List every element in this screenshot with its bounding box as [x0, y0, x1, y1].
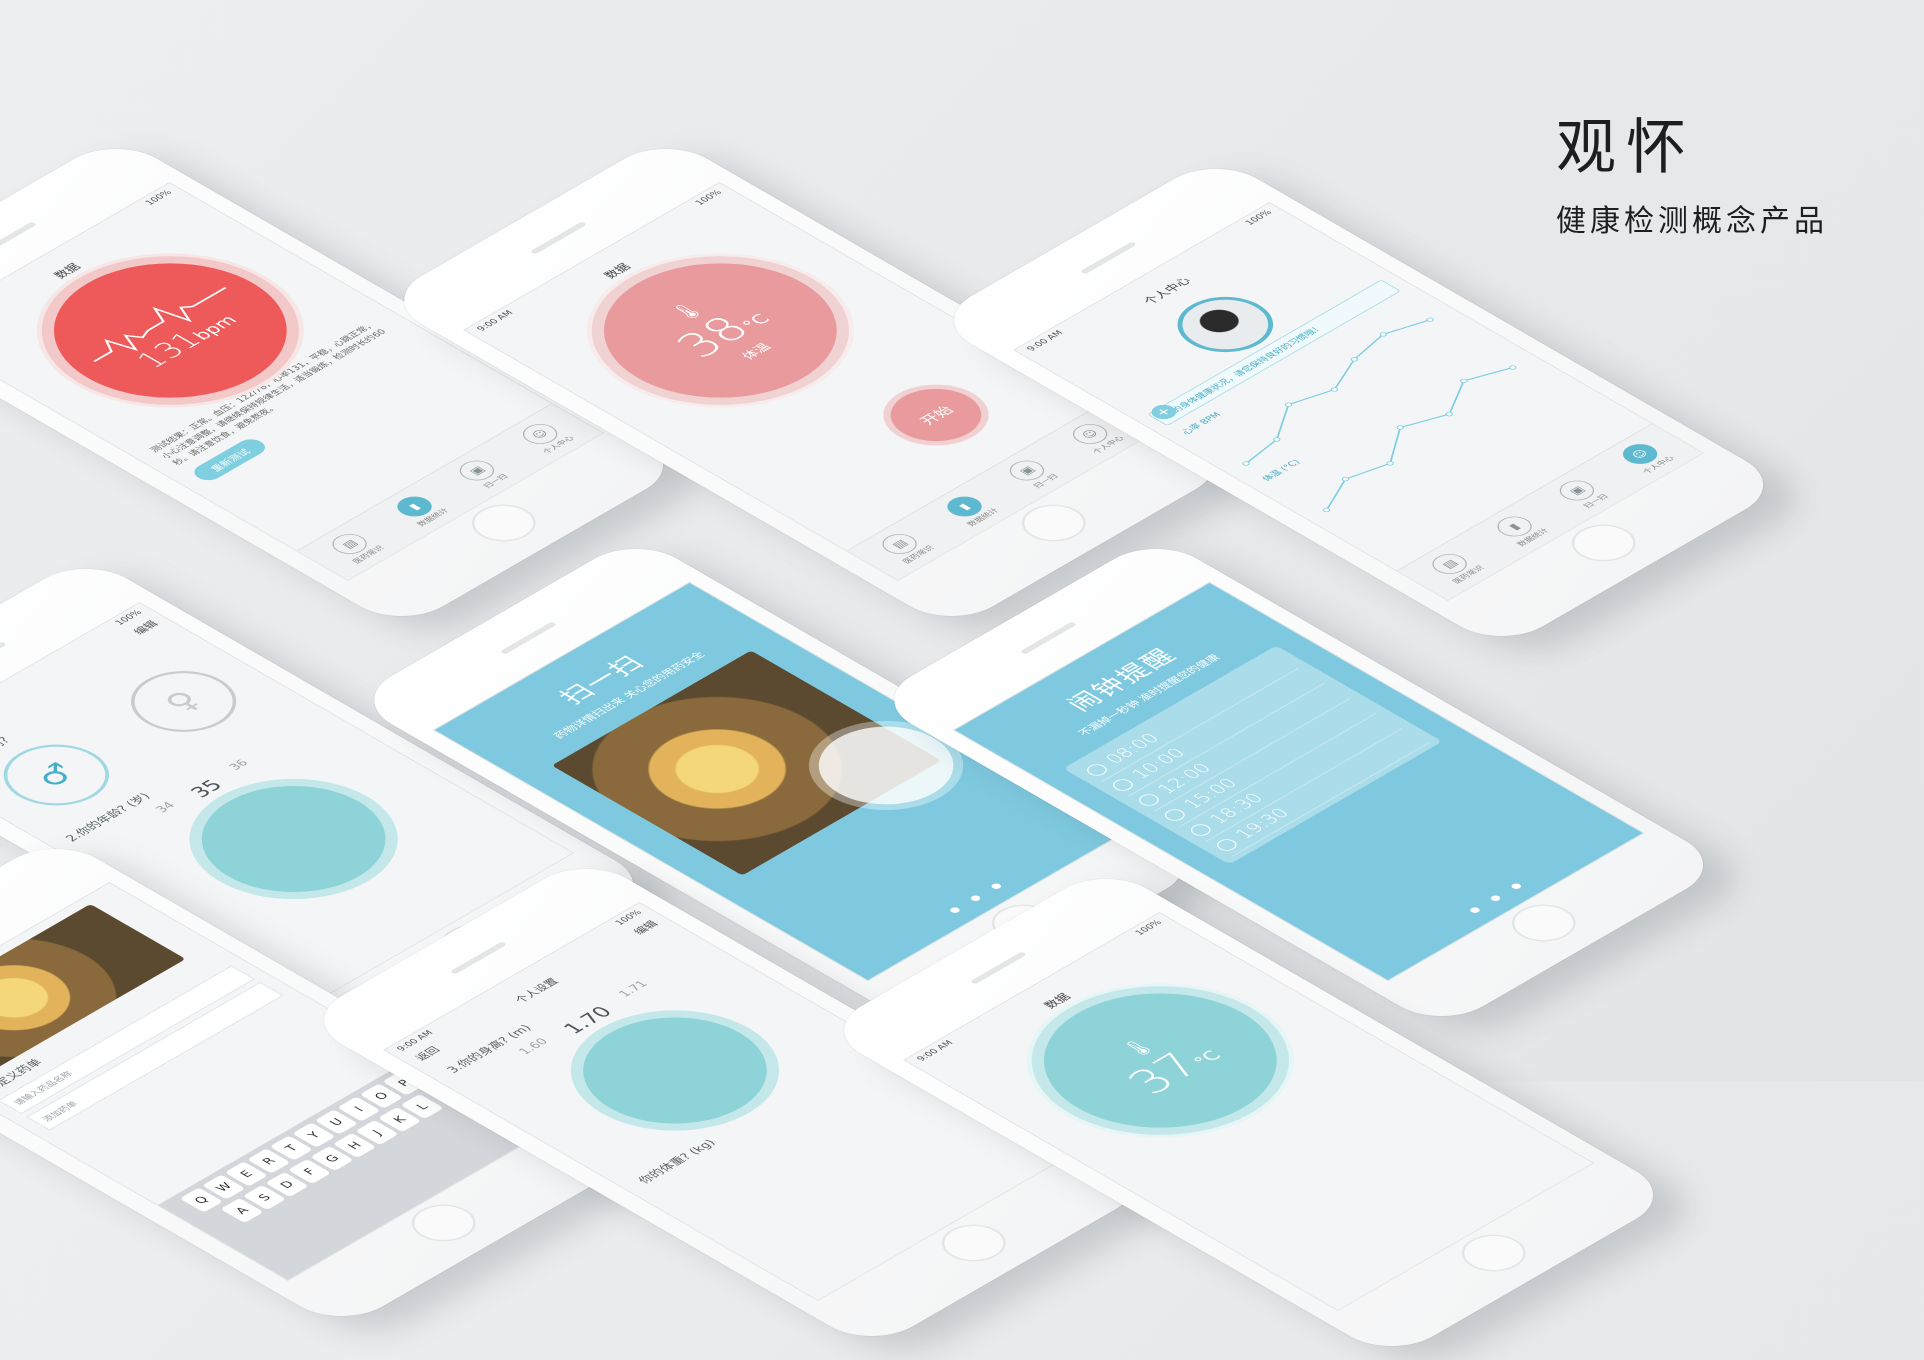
alarm-clock-icon	[1212, 836, 1241, 853]
data-point	[1426, 317, 1434, 322]
brand-subtitle: 健康检测概念产品	[1556, 204, 1828, 239]
alarm-clock-icon	[1186, 821, 1215, 838]
tab-medicine[interactable]: ▤ 医药常识	[873, 529, 936, 566]
tab-data[interactable]: ▮ 数据统计	[1488, 511, 1551, 548]
tab-profile[interactable]: ☺ 个人中心	[513, 419, 576, 456]
data-point	[1386, 461, 1394, 466]
tab-data[interactable]: ▮ 数据统计	[388, 491, 451, 528]
tab-scan[interactable]: ▣ 扫一扫	[1552, 476, 1612, 511]
tab-scan[interactable]: ▣ 扫一扫	[1002, 456, 1062, 491]
data-point	[1460, 378, 1468, 383]
alarm-clock-icon	[1160, 806, 1189, 823]
data-point	[1330, 387, 1339, 392]
data-point	[1445, 412, 1453, 417]
alarm-clock-icon	[1134, 791, 1163, 808]
alarm-clock-icon	[1082, 761, 1111, 778]
alarm-clock-icon	[1108, 776, 1137, 793]
data-point	[1509, 365, 1517, 370]
brand-title: 观怀	[1556, 113, 1696, 183]
tab-scan[interactable]: ▣ 扫一扫	[452, 456, 512, 491]
data-point	[1322, 507, 1331, 513]
data-point	[1284, 402, 1293, 407]
start-button[interactable]: 开始	[871, 378, 1001, 452]
tab-medicine[interactable]: ▤ 医药常识	[323, 529, 386, 566]
brand-block: 观怀 健康检测概念产品	[1556, 118, 1828, 240]
data-point	[1396, 425, 1404, 430]
tab-profile[interactable]: ☺ 个人中心	[1613, 439, 1676, 476]
data-point	[1341, 477, 1350, 482]
tab-medicine[interactable]: ▤ 医药常识	[1423, 549, 1486, 586]
tab-data[interactable]: ▮ 数据统计	[938, 491, 1001, 528]
